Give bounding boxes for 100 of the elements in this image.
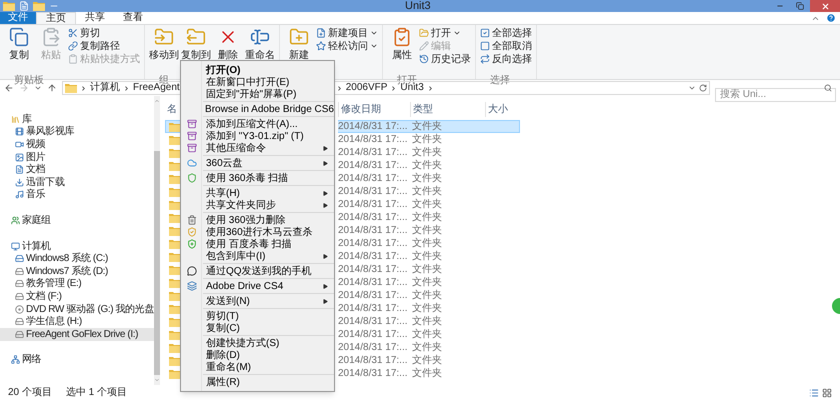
- breadcrumb-item[interactable]: 2006VFP: [346, 82, 388, 94]
- ribbon-small-button[interactable]: 历史记录: [419, 53, 471, 65]
- column-header[interactable]: 类型: [410, 102, 485, 116]
- menu-item[interactable]: 复制(C): [181, 322, 334, 334]
- nav-item[interactable]: 文档 (F:): [0, 290, 154, 303]
- file-row[interactable]: 2014/8/31 17:... 文件夹: [338, 159, 520, 172]
- file-row[interactable]: 2014/8/31 17:... 文件夹: [338, 185, 520, 198]
- ribbon-small-button[interactable]: 打开: [419, 27, 471, 39]
- large-icons-view-icon[interactable]: [822, 388, 832, 398]
- file-row[interactable]: 2014/8/31 17:... 文件夹: [338, 211, 520, 224]
- nav-item[interactable]: 库: [0, 113, 154, 126]
- file-row[interactable]: 2014/8/31 17:... 文件夹: [338, 146, 520, 159]
- ribbon-small-button[interactable]: 反向选择: [480, 53, 532, 65]
- file-row[interactable]: 2014/8/31 17:... 文件夹: [338, 276, 520, 289]
- ribbon-button[interactable]: 重命名: [245, 27, 275, 67]
- close-button[interactable]: [810, 0, 840, 12]
- nav-item[interactable]: FreeAgent GoFlex Drive (I:): [0, 328, 154, 340]
- file-row[interactable]: 2014/8/31 17:... 文件夹: [338, 328, 520, 341]
- scroll-up-icon[interactable]: [154, 98, 160, 104]
- menu-item[interactable]: 使用 360强力删除: [181, 214, 334, 226]
- menu-item[interactable]: 使用 百度杀毒 扫描: [181, 238, 334, 250]
- ribbon-small-button[interactable]: 轻松访问: [316, 40, 378, 52]
- ribbon-small-button[interactable]: 新建项目: [316, 27, 378, 39]
- menu-item[interactable]: 属性(R): [181, 376, 334, 388]
- menu-item[interactable]: 添加到压缩文件(A)...: [181, 118, 334, 130]
- file-row[interactable]: 2014/8/31 17:... 文件夹: [338, 289, 520, 302]
- nav-item[interactable]: 暴风影视库: [0, 126, 154, 138]
- file-row[interactable]: 2014/8/31 17:... 文件夹: [338, 315, 520, 328]
- ribbon-button[interactable]: 复制: [4, 27, 34, 67]
- ribbon-tab[interactable]: 主页: [36, 12, 76, 24]
- menu-item[interactable]: 使用 360杀毒 扫描: [181, 172, 334, 184]
- nav-item[interactable]: 教务管理 (E:): [0, 278, 154, 290]
- column-header[interactable]: 大小: [485, 102, 530, 116]
- ribbon-tab[interactable]: 文件: [0, 12, 36, 24]
- scrollbar-thumb[interactable]: [154, 151, 160, 375]
- menu-item[interactable]: 创建快捷方式(S): [181, 337, 334, 349]
- ribbon-small-button[interactable]: 复制路径: [68, 40, 140, 52]
- ribbon-small-button[interactable]: 全部取消: [480, 40, 532, 52]
- file-row[interactable]: 2014/8/31 17:... 文件夹: [338, 250, 520, 263]
- scroll-down-icon[interactable]: [154, 377, 160, 383]
- nav-item[interactable]: 网络: [0, 354, 154, 366]
- breadcrumb-item[interactable]: Unit3: [400, 82, 424, 94]
- nav-item[interactable]: 家庭组: [0, 214, 154, 227]
- nav-item[interactable]: 音乐: [0, 188, 154, 202]
- menu-item[interactable]: 通过QQ发送到我的手机: [181, 265, 334, 277]
- ribbon-tab[interactable]: 共享: [76, 12, 114, 24]
- dropdown-icon[interactable]: [688, 84, 696, 92]
- ribbon-small-button[interactable]: 剪切: [68, 27, 140, 39]
- ribbon-button[interactable]: 新建: [284, 27, 314, 67]
- search-field[interactable]: 搜索 Uni...: [715, 88, 836, 102]
- file-row[interactable]: 2014/8/31 17:... 文件夹: [338, 120, 520, 133]
- nav-item[interactable]: 文档: [0, 163, 154, 176]
- menu-item[interactable]: 360云盘: [181, 157, 334, 169]
- ribbon-button[interactable]: 属性: [387, 27, 417, 67]
- refresh-icon[interactable]: [699, 84, 707, 92]
- file-row[interactable]: 2014/8/31 17:... 文件夹: [338, 198, 520, 211]
- details-view-icon[interactable]: [809, 388, 819, 398]
- menu-item[interactable]: 添加到 "Y3-01.zip" (T): [181, 130, 334, 142]
- nav-item[interactable]: 计算机: [0, 240, 154, 252]
- nav-item[interactable]: 图片: [0, 150, 154, 164]
- menu-item[interactable]: 包含到库中(I): [181, 250, 334, 262]
- up-icon[interactable]: [47, 83, 57, 93]
- scrollbar[interactable]: [154, 96, 160, 385]
- file-row[interactable]: 2014/8/31 17:... 文件夹: [338, 237, 520, 250]
- ribbon-tab[interactable]: 查看: [114, 12, 152, 24]
- file-row[interactable]: 2014/8/31 17:... 文件夹: [338, 302, 520, 315]
- file-row[interactable]: 2014/8/31 17:... 文件夹: [338, 263, 520, 276]
- menu-item[interactable]: 发送到(N): [181, 295, 334, 307]
- ribbon-small-button[interactable]: 全部选择: [480, 27, 532, 39]
- back-icon[interactable]: [4, 83, 14, 93]
- menu-item[interactable]: Browse in Adobe Bridge CS6: [181, 103, 334, 115]
- recent-dropdown-icon[interactable]: [34, 84, 42, 92]
- menu-item[interactable]: 打开(O): [181, 64, 334, 76]
- file-row[interactable]: 2014/8/31 17:... 文件夹: [338, 133, 520, 146]
- file-row[interactable]: 2014/8/31 17:... 文件夹: [338, 354, 520, 367]
- nav-item[interactable]: 学生信息 (H:): [0, 315, 154, 328]
- menu-item[interactable]: 剪切(T): [181, 310, 334, 322]
- file-row[interactable]: 2014/8/31 17:... 文件夹: [338, 341, 520, 354]
- column-header[interactable]: 修改日期: [338, 102, 410, 116]
- ribbon-button[interactable]: 移动到: [149, 27, 179, 67]
- nav-item[interactable]: DVD RW 驱动器 (G:) 我的光盘: [0, 302, 154, 316]
- menu-item[interactable]: 重命名(M): [181, 361, 334, 373]
- menu-item[interactable]: 共享文件夹同步: [181, 199, 334, 211]
- menu-item[interactable]: 其他压缩命令: [181, 142, 334, 154]
- name-cell[interactable]: [165, 120, 181, 133]
- nav-item[interactable]: Windows7 系统 (D:): [0, 264, 154, 278]
- breadcrumb-item[interactable]: FreeAgent: [133, 82, 180, 94]
- nav-item[interactable]: 视频: [0, 138, 154, 151]
- menu-item[interactable]: 共享(H): [181, 187, 334, 199]
- nav-item[interactable]: Windows8 系统 (C:): [0, 252, 154, 265]
- file-row[interactable]: 2014/8/31 17:... 文件夹: [338, 172, 520, 185]
- file-row[interactable]: 2014/8/31 17:... 文件夹: [338, 224, 520, 237]
- file-row[interactable]: 2014/8/31 17:... 文件夹: [338, 367, 520, 380]
- breadcrumb-item[interactable]: 计算机: [90, 82, 120, 94]
- forward-icon[interactable]: [19, 83, 29, 93]
- nav-item[interactable]: 迅雷下载: [0, 176, 154, 189]
- help-icon[interactable]: [826, 13, 836, 23]
- menu-item[interactable]: 使用360进行木马云查杀: [181, 226, 334, 238]
- menu-item[interactable]: Adobe Drive CS4: [181, 280, 334, 292]
- menu-item[interactable]: 删除(D): [181, 349, 334, 361]
